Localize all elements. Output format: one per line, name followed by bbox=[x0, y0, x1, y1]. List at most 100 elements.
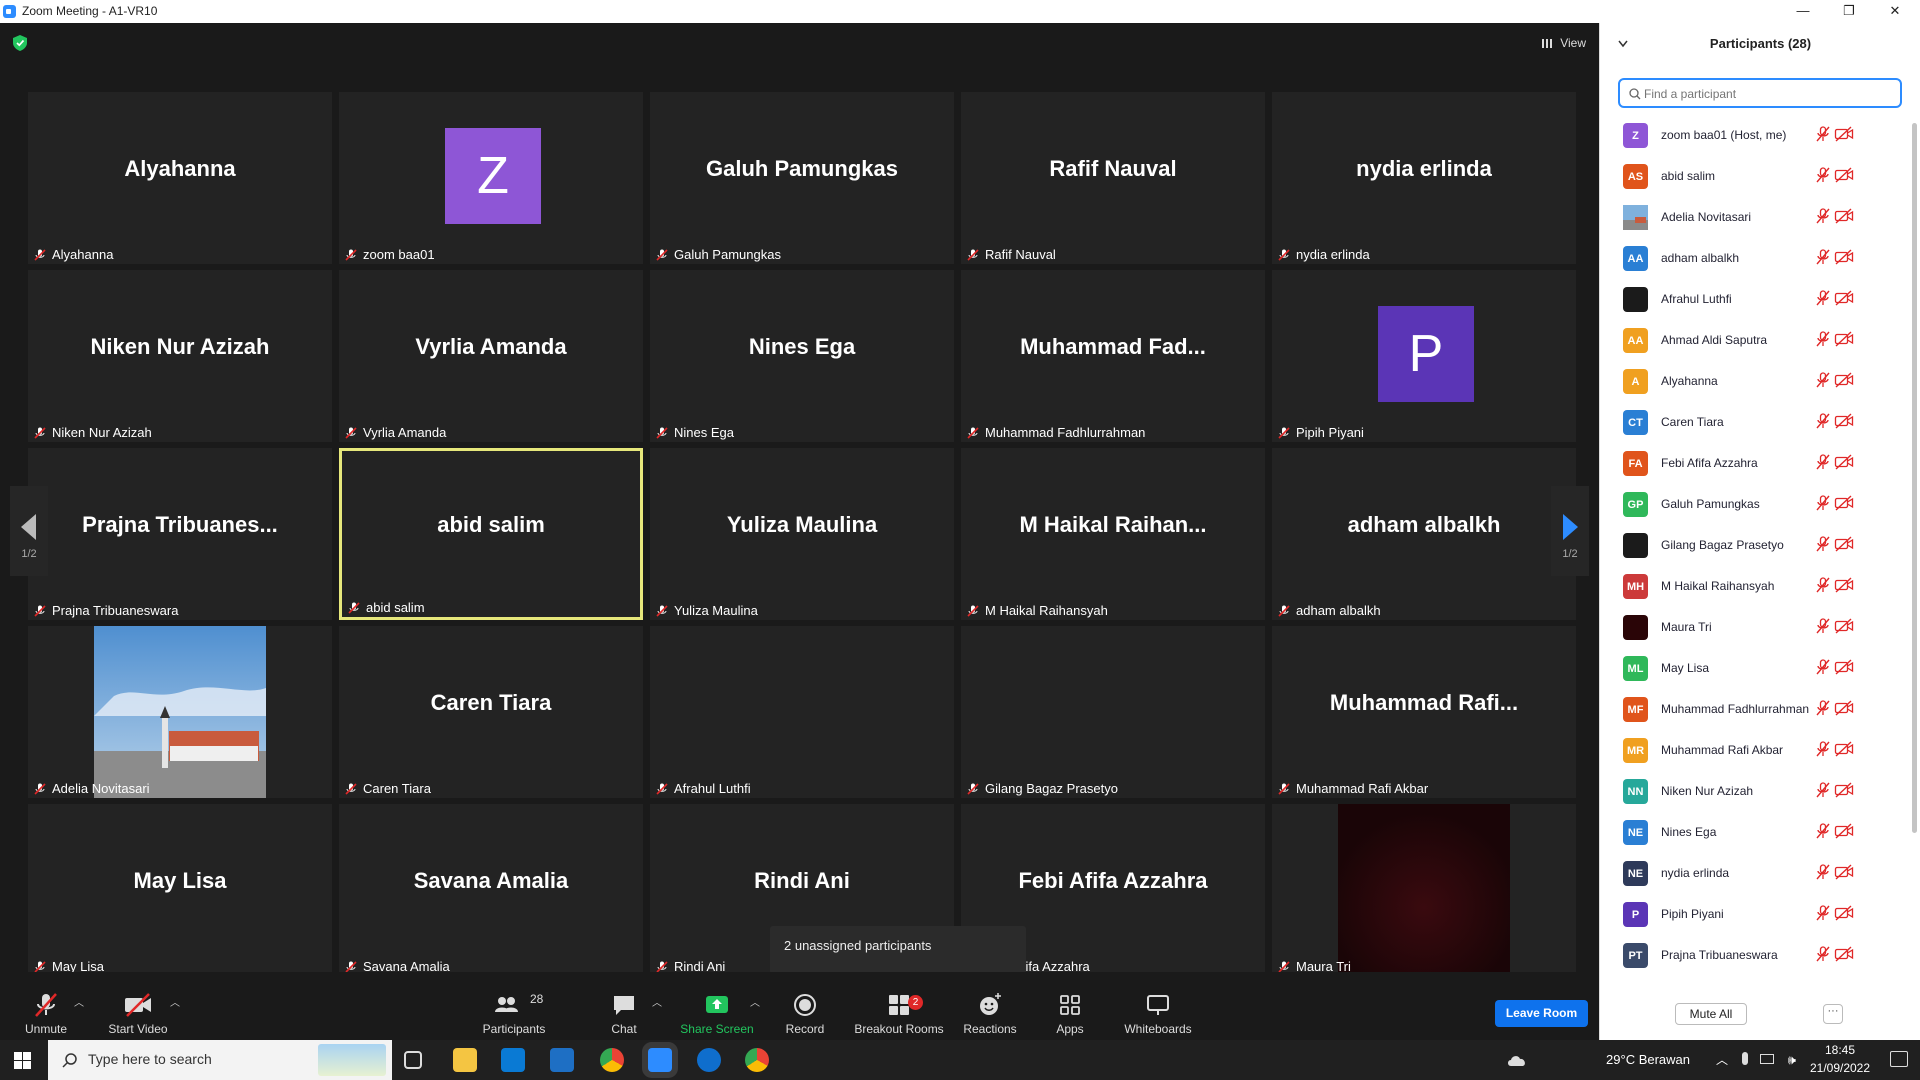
more-options-button[interactable]: ··· bbox=[1823, 1004, 1843, 1024]
start-video-button[interactable]: Start Video bbox=[103, 972, 173, 1040]
video-off-icon[interactable] bbox=[1834, 331, 1854, 352]
video-off-icon[interactable] bbox=[1834, 659, 1854, 680]
participant-row[interactable]: Gilang Bagaz Prasetyo bbox=[1600, 524, 1910, 565]
participant-row[interactable]: CT Caren Tiara bbox=[1600, 401, 1910, 442]
video-off-icon[interactable] bbox=[1834, 454, 1854, 475]
video-tile[interactable]: Muhammad Fad... Muhammad Fadhlurrahman bbox=[961, 270, 1265, 442]
teamviewer-icon[interactable] bbox=[697, 1048, 721, 1072]
chrome-icon[interactable] bbox=[600, 1048, 624, 1072]
video-tile[interactable]: M Haikal Raihan... M Haikal Raihansyah bbox=[961, 448, 1265, 620]
breakout-rooms-button[interactable]: Breakout Rooms bbox=[852, 972, 946, 1040]
video-tile[interactable]: Rafif Nauval Rafif Nauval bbox=[961, 92, 1265, 264]
participant-row[interactable]: Afrahul Luthfi bbox=[1600, 278, 1910, 319]
mic-muted-icon[interactable] bbox=[1815, 700, 1831, 721]
taskbar-search[interactable]: Type here to search bbox=[48, 1040, 392, 1080]
volume-icon[interactable]: 🕪 bbox=[1788, 1052, 1796, 1068]
mic-muted-icon[interactable] bbox=[1815, 167, 1831, 188]
reactions-button[interactable]: Reactions bbox=[962, 972, 1018, 1040]
video-off-icon[interactable] bbox=[1834, 413, 1854, 434]
video-off-icon[interactable] bbox=[1834, 905, 1854, 926]
video-off-icon[interactable] bbox=[1834, 126, 1854, 147]
mic-muted-icon[interactable] bbox=[1815, 782, 1831, 803]
participant-row[interactable]: P Pipih Piyani bbox=[1600, 893, 1910, 934]
view-button[interactable]: View bbox=[1534, 31, 1590, 55]
next-page-button[interactable]: 1/2 bbox=[1551, 486, 1589, 576]
encryption-shield-icon[interactable] bbox=[13, 35, 27, 51]
minimize-button[interactable]: — bbox=[1780, 0, 1826, 23]
mic-muted-icon[interactable] bbox=[1815, 454, 1831, 475]
video-off-icon[interactable] bbox=[1834, 864, 1854, 885]
video-off-icon[interactable] bbox=[1834, 208, 1854, 229]
video-tile[interactable]: May Lisa May Lisa bbox=[28, 804, 332, 976]
mic-muted-icon[interactable] bbox=[1815, 577, 1831, 598]
video-tile[interactable]: Vyrlia Amanda Vyrlia Amanda bbox=[339, 270, 643, 442]
audio-options-caret-icon[interactable]: ︿ bbox=[74, 994, 84, 1009]
participant-list-scrollbar[interactable] bbox=[1912, 123, 1917, 833]
video-off-icon[interactable] bbox=[1834, 946, 1854, 967]
video-tile[interactable]: Yuliza Maulina Yuliza Maulina bbox=[650, 448, 954, 620]
apps-button[interactable]: Apps bbox=[1050, 972, 1090, 1040]
clock-time[interactable]: 18:45 bbox=[1806, 1043, 1874, 1057]
mic-muted-icon[interactable] bbox=[1815, 290, 1831, 311]
video-off-icon[interactable] bbox=[1834, 372, 1854, 393]
zoom-taskbar-icon[interactable] bbox=[648, 1048, 672, 1072]
video-off-icon[interactable] bbox=[1834, 741, 1854, 762]
mail-icon[interactable] bbox=[550, 1048, 574, 1072]
mic-muted-icon[interactable] bbox=[1815, 864, 1831, 885]
video-off-icon[interactable] bbox=[1834, 249, 1854, 270]
mic-muted-icon[interactable] bbox=[1815, 823, 1831, 844]
participant-row[interactable]: AA Ahmad Aldi Saputra bbox=[1600, 319, 1910, 360]
participants-button[interactable]: Participants bbox=[478, 972, 550, 1040]
video-off-icon[interactable] bbox=[1834, 577, 1854, 598]
participant-row[interactable]: NN Niken Nur Azizah bbox=[1600, 770, 1910, 811]
mic-muted-icon[interactable] bbox=[1815, 905, 1831, 926]
video-off-icon[interactable] bbox=[1834, 536, 1854, 557]
record-button[interactable]: Record bbox=[780, 972, 830, 1040]
mic-muted-icon[interactable] bbox=[1815, 618, 1831, 639]
participant-row[interactable]: NE Nines Ega bbox=[1600, 811, 1910, 852]
video-off-icon[interactable] bbox=[1834, 495, 1854, 516]
participant-row[interactable]: NE nydia erlinda bbox=[1600, 852, 1910, 893]
weather-text[interactable]: 29°C Berawan bbox=[1606, 1052, 1690, 1067]
participant-row[interactable]: PT Prajna Tribuaneswara bbox=[1600, 934, 1910, 975]
mic-muted-icon[interactable] bbox=[1815, 372, 1831, 393]
microphone-tray-icon[interactable] bbox=[1742, 1052, 1748, 1065]
video-tile[interactable]: Galuh Pamungkas Galuh Pamungkas bbox=[650, 92, 954, 264]
participant-row[interactable]: ML May Lisa bbox=[1600, 647, 1910, 688]
video-tile[interactable]: Zzoom baa01 bbox=[339, 92, 643, 264]
mic-muted-icon[interactable] bbox=[1815, 413, 1831, 434]
chat-button[interactable]: Chat bbox=[600, 972, 648, 1040]
video-tile[interactable]: Prajna Tribuanes... Prajna Tribuaneswara bbox=[28, 448, 332, 620]
participant-row[interactable]: Zzoom baa01 (Host, me) bbox=[1600, 114, 1910, 155]
video-off-icon[interactable] bbox=[1834, 823, 1854, 844]
participant-row[interactable]: FA Febi Afifa Azzahra bbox=[1600, 442, 1910, 483]
network-icon[interactable] bbox=[1760, 1054, 1774, 1064]
video-off-icon[interactable] bbox=[1834, 290, 1854, 311]
participant-search-input[interactable] bbox=[1644, 84, 1894, 104]
video-tile[interactable]: nydia erlinda nydia erlinda bbox=[1272, 92, 1576, 264]
video-tile[interactable]: Muhammad Rafi... Muhammad Rafi Akbar bbox=[1272, 626, 1576, 798]
file-explorer-icon[interactable] bbox=[453, 1048, 477, 1072]
participant-row[interactable]: MF Muhammad Fadhlurrahman bbox=[1600, 688, 1910, 729]
participant-row[interactable]: MH M Haikal Raihansyah bbox=[1600, 565, 1910, 606]
video-tile[interactable]: Alyahanna Alyahanna bbox=[28, 92, 332, 264]
participant-row[interactable]: GP Galuh Pamungkas bbox=[1600, 483, 1910, 524]
participant-search[interactable] bbox=[1618, 78, 1902, 108]
video-tile[interactable]: adham albalkh adham albalkh bbox=[1272, 448, 1576, 620]
notification-icon[interactable] bbox=[1890, 1051, 1908, 1067]
participant-row[interactable]: Maura Tri bbox=[1600, 606, 1910, 647]
video-tile[interactable]: Gilang Bagaz Prasetyo bbox=[961, 626, 1265, 798]
unmute-button[interactable]: Unmute bbox=[15, 972, 77, 1040]
clock-date[interactable]: 21/09/2022 bbox=[1806, 1061, 1874, 1075]
windows-start-icon[interactable] bbox=[14, 1052, 31, 1069]
video-tile[interactable]: abid salim abid salim bbox=[339, 448, 643, 620]
video-tile[interactable]: Nines Ega Nines Ega bbox=[650, 270, 954, 442]
chat-options-caret-icon[interactable]: ︿ bbox=[652, 994, 662, 1009]
store-icon[interactable] bbox=[501, 1048, 525, 1072]
unassigned-participants-tooltip[interactable]: 2 unassigned participants bbox=[770, 926, 1026, 974]
video-off-icon[interactable] bbox=[1834, 782, 1854, 803]
video-off-icon[interactable] bbox=[1834, 167, 1854, 188]
leave-room-button[interactable]: Leave Room bbox=[1495, 1000, 1588, 1027]
video-off-icon[interactable] bbox=[1834, 618, 1854, 639]
mic-muted-icon[interactable] bbox=[1815, 741, 1831, 762]
